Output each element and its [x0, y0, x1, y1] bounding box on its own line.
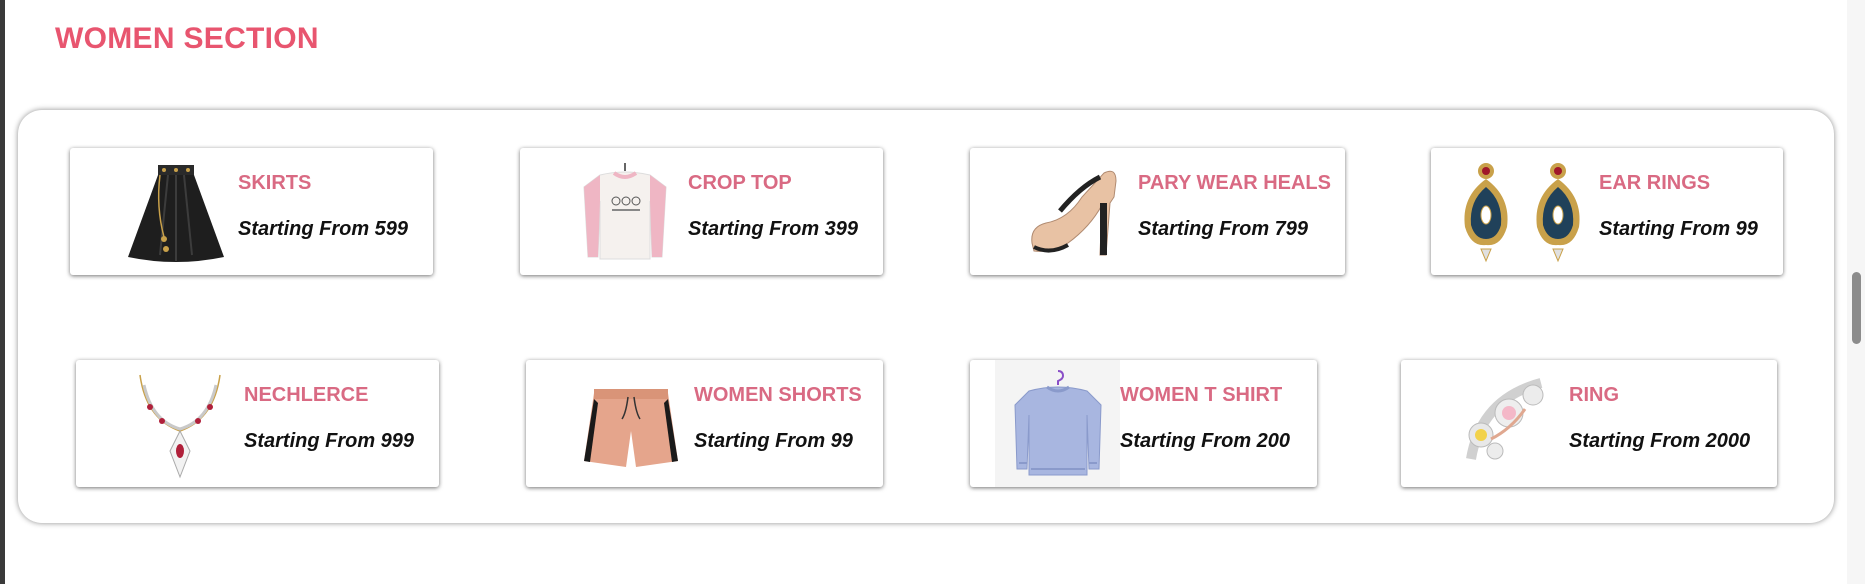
- product-name: WOMEN SHORTS: [694, 384, 862, 406]
- product-name: EAR RINGS: [1599, 172, 1711, 194]
- product-name: PARY WEAR HEALS: [1138, 172, 1331, 194]
- product-price: Starting From 599: [238, 218, 409, 240]
- product-card-necklace[interactable]: NECHLERCE Starting From 999: [76, 360, 439, 487]
- product-card-party-wear-heels[interactable]: PARY WEAR HEALS Starting From 799: [970, 148, 1345, 275]
- product-name: SKIRTS: [238, 172, 312, 194]
- product-card-skirts[interactable]: SKIRTS Starting From 599: [70, 148, 433, 275]
- product-price: Starting From 999: [244, 430, 415, 452]
- section-title: WOMEN SECTION: [55, 22, 319, 55]
- skirt-image: [112, 148, 237, 275]
- product-price: Starting From 200: [1120, 430, 1291, 452]
- tshirt-image: [995, 360, 1120, 487]
- necklace-image: [118, 360, 243, 487]
- page: WOMEN SECTION SKIRTS Starting From 599 C…: [0, 0, 1865, 584]
- window-edge: [0, 0, 5, 584]
- product-price: Starting From 399: [688, 218, 859, 240]
- high-heel-image: [1012, 148, 1137, 275]
- product-price: Starting From 799: [1138, 218, 1309, 240]
- scrollbar-thumb[interactable]: [1852, 272, 1861, 344]
- product-card-ring[interactable]: RING Starting From 2000: [1401, 360, 1777, 487]
- product-card-crop-top[interactable]: CROP TOP Starting From 399: [520, 148, 883, 275]
- product-card-women-t-shirt[interactable]: WOMEN T SHIRT Starting From 200: [970, 360, 1317, 487]
- product-name: CROP TOP: [688, 172, 792, 194]
- product-price: Starting From 99: [694, 430, 853, 452]
- product-name: RING: [1569, 384, 1619, 406]
- product-price: Starting From 99: [1599, 218, 1758, 240]
- sweatshirt-image: [562, 148, 687, 275]
- product-card-women-shorts[interactable]: WOMEN SHORTS Starting From 99: [526, 360, 883, 487]
- vertical-scrollbar[interactable]: [1847, 0, 1865, 584]
- product-card-ear-rings[interactable]: EAR RINGS Starting From 99: [1431, 148, 1783, 275]
- product-name: NECHLERCE: [244, 384, 369, 406]
- product-price: Starting From 2000: [1569, 430, 1751, 452]
- ring-image: [1443, 360, 1568, 487]
- shorts-image: [568, 360, 693, 487]
- product-name: WOMEN T SHIRT: [1120, 384, 1283, 406]
- earrings-image: [1449, 148, 1599, 275]
- products-panel: SKIRTS Starting From 599 CROP TOP Starti…: [18, 110, 1834, 523]
